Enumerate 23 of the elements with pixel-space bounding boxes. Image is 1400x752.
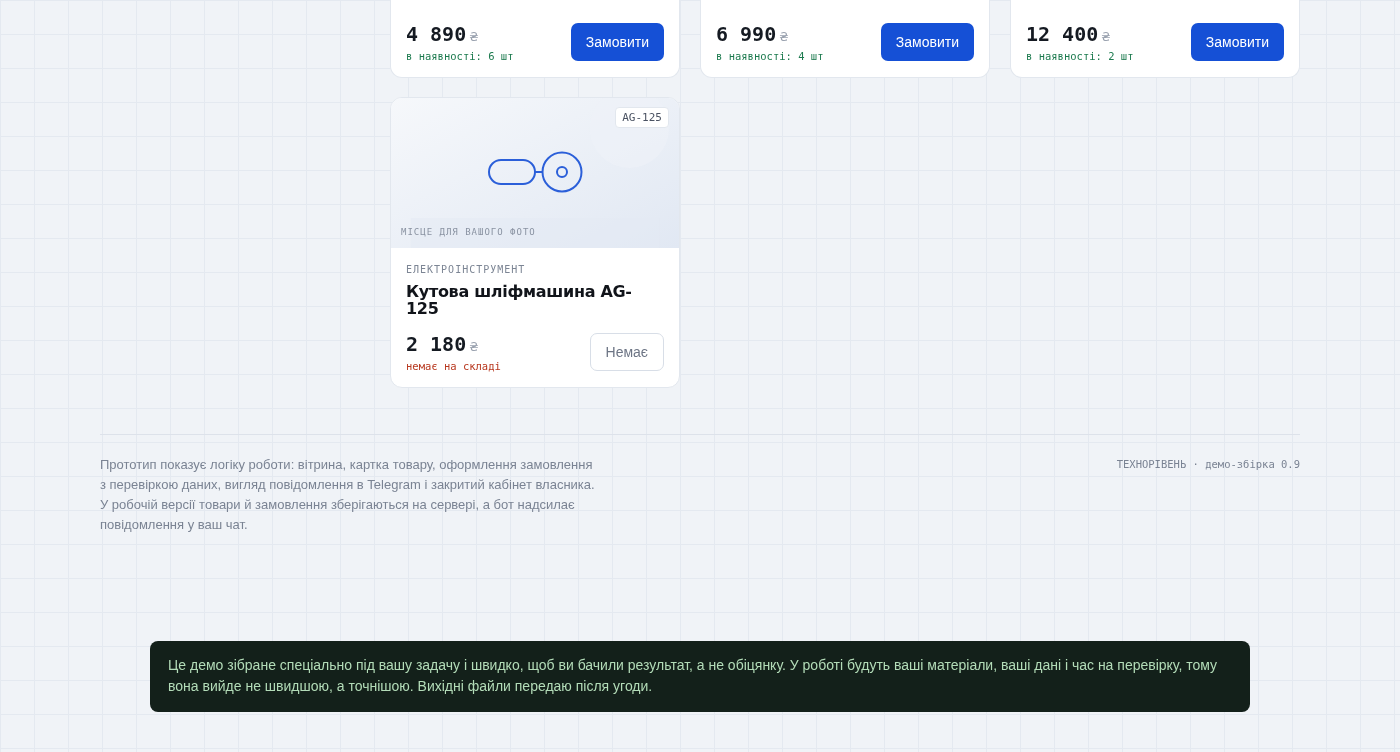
notice-text: Це демо зібране спеціально під вашу задачу і швидко, щоб ви бачили результат, а не обіцянку. У роботі будуть ваші матеріали, ваші дані і час на перевірку, тому вона вийде не швидшою, а точнішою. Вихідні файли передаю після угоди. bbox=[168, 657, 1218, 694]
order-button[interactable]: Замовити bbox=[1190, 23, 1284, 61]
order-button[interactable]: Замовити bbox=[880, 23, 974, 61]
grinder-icon bbox=[488, 151, 584, 193]
product-title: Кутова шліфмашина AG-125 bbox=[406, 283, 633, 317]
price: 12 400 bbox=[1026, 22, 1099, 46]
stock-status: немає на складі bbox=[406, 360, 501, 372]
stock-status: в наявності: 6 шт bbox=[406, 50, 514, 62]
currency-sign: ₴ bbox=[469, 30, 479, 44]
photo-caption: МІСЦЕ ДЛЯ ВАШОГО ФОТО bbox=[401, 227, 536, 237]
version-label: ТЕХНОРІВЕНЬ · демо-збірка 0.9 bbox=[1116, 458, 1300, 472]
price: 2 180 bbox=[406, 332, 467, 356]
footer-note: Прототип показує логіку роботи: вітрина, картка товару, оформлення замовлення з перевіркою даних, вигляд повідомлення в Telegram і закритий кабінет власника. У робочій версії товари й замовлення зберігаються на сервері, а бот надсилає повідомлення у ваш чат. bbox=[100, 456, 596, 534]
price: 4 890 bbox=[406, 22, 467, 46]
price: 6 990 bbox=[716, 22, 777, 46]
currency-sign: ₴ bbox=[779, 30, 789, 44]
stock-status: в наявності: 4 шт bbox=[716, 50, 824, 62]
currency-sign: ₴ bbox=[1101, 30, 1111, 44]
order-button[interactable]: Замовити bbox=[570, 23, 664, 61]
currency-sign: ₴ bbox=[469, 340, 479, 354]
product-code: AG-125 bbox=[615, 107, 669, 128]
product-category: ЕЛЕКТРОІНСТРУМЕНТ bbox=[406, 264, 527, 275]
stock-status: в наявності: 2 шт bbox=[1026, 50, 1134, 62]
